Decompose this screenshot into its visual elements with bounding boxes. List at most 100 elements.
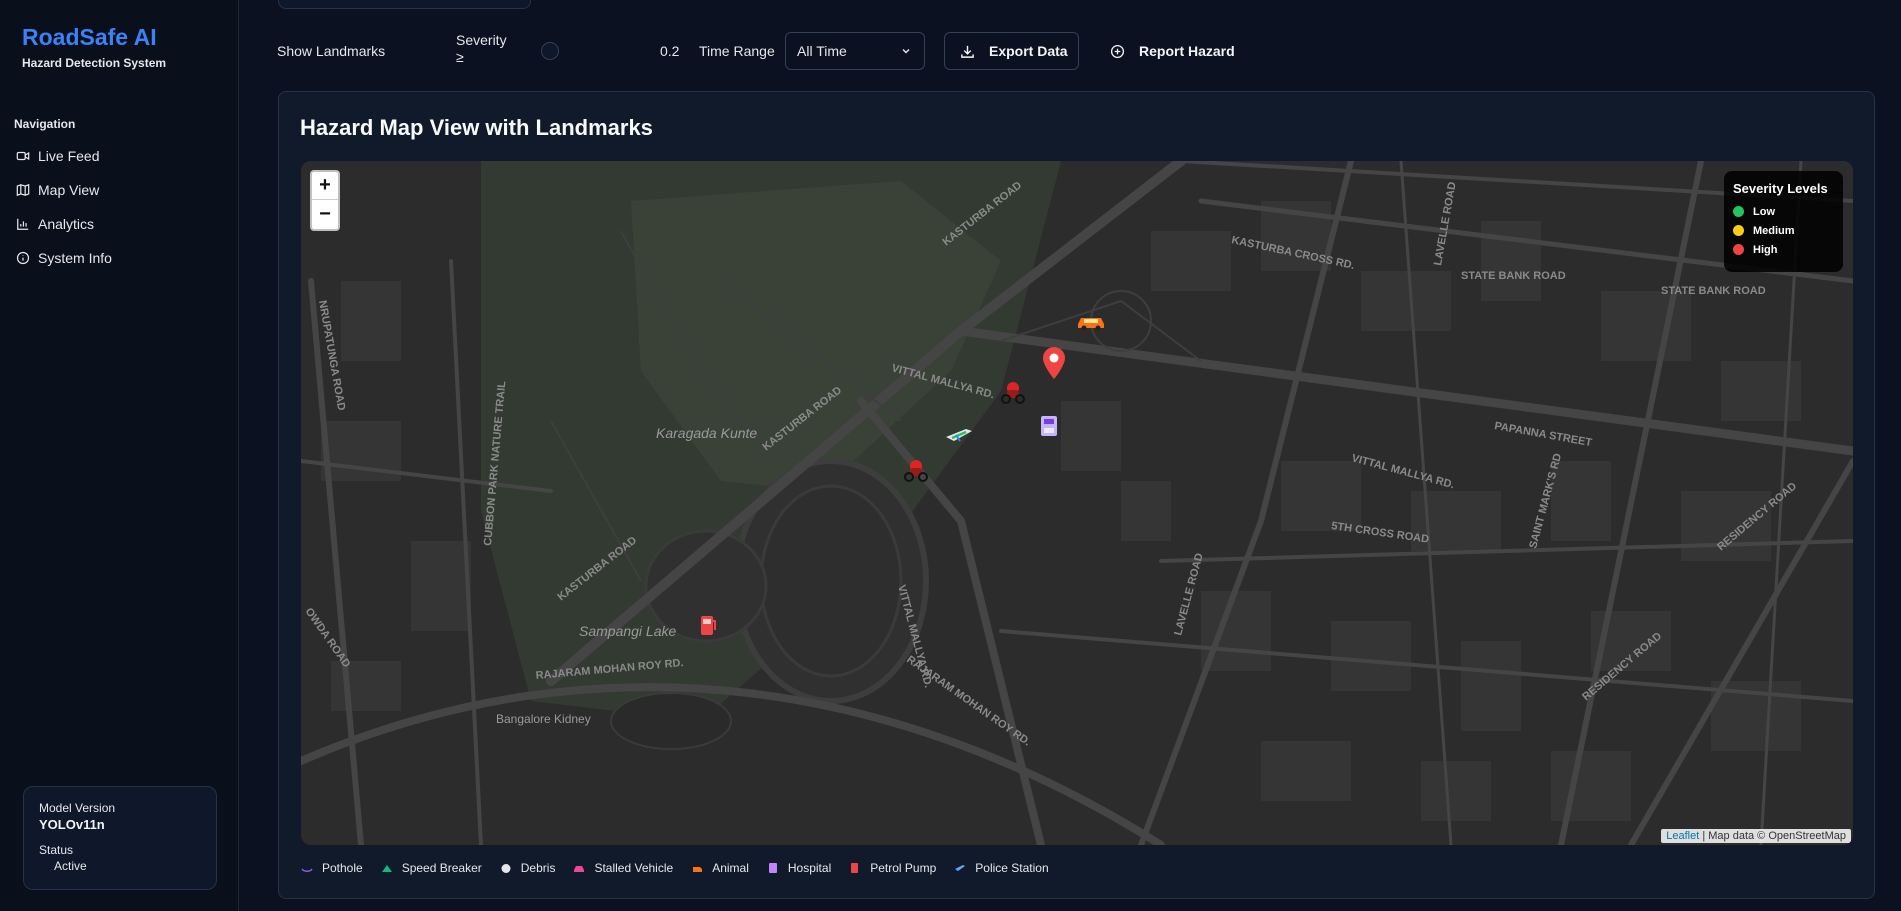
brand-title: RoadSafe AI [22, 24, 157, 50]
pothole-icon [301, 862, 313, 874]
map-icon [16, 183, 30, 197]
model-version: YOLOv11n [39, 817, 105, 832]
legend-label: Police Station [975, 861, 1049, 875]
legend-item-petrol-pump: Petrol Pump [849, 861, 936, 875]
bar-chart-icon [16, 217, 30, 231]
sidebar-item-analytics[interactable]: Analytics [8, 207, 230, 241]
place-label: STATE BANK ROAD [1461, 270, 1566, 282]
map-title: Hazard Map View with Landmarks [300, 115, 653, 140]
leaflet-link[interactable]: Leaflet [1666, 830, 1699, 842]
video-icon [16, 149, 30, 163]
export-data-label: Export Data [989, 43, 1068, 59]
model-status-label: Status [39, 843, 74, 857]
severity-legend-title: Severity Levels [1733, 181, 1828, 196]
report-hazard-label: Report Hazard [1139, 43, 1235, 59]
model-info-card: Model Version YOLOv11n Status Active [23, 786, 217, 890]
legend-item-debris: Debris [500, 861, 556, 875]
sidebar-item-system-info[interactable]: System Info [8, 241, 230, 275]
sidebar-item-live-feed[interactable]: Live Feed [8, 139, 230, 173]
legend-label: Stalled Vehicle [594, 861, 674, 875]
nav-heading: Navigation [14, 117, 76, 131]
map-controls-bar: Show Landmarks Severity ≥ 0.2 Time Range… [255, 30, 1901, 72]
map-tiles: KASTURBA ROAD KASTURBA ROAD KASTURBA ROA… [301, 161, 1853, 845]
hospital-marker[interactable] [1039, 414, 1059, 443]
animal-marker-2[interactable] [901, 457, 931, 488]
place-label: STATE BANK ROAD [1661, 285, 1766, 297]
time-range-label: Time Range [699, 43, 775, 59]
report-hazard-button[interactable]: Report Hazard [1110, 32, 1235, 70]
legend-label: Speed Breaker [401, 861, 482, 875]
map-attribution: Leaflet | Map data © OpenStreetMap [1661, 829, 1851, 843]
attribution-text: | Map data © OpenStreetMap [1702, 830, 1846, 842]
yellow-dot-icon [1733, 225, 1744, 236]
fuel-icon [701, 616, 716, 635]
legend-label: Pothole [322, 861, 363, 875]
animal-icon [691, 862, 703, 874]
sidebar-item-label: Live Feed [38, 148, 100, 164]
hospital-icon [767, 862, 779, 874]
download-icon [960, 44, 975, 59]
green-dot-icon [1733, 206, 1744, 217]
police-station-marker[interactable] [944, 425, 974, 450]
police-icon [954, 862, 966, 874]
severity-legend-high: High [1733, 240, 1834, 259]
legend-item-stalled-vehicle: Stalled Vehicle [573, 861, 673, 875]
sidebar: RoadSafe AI Hazard Detection System Navi… [0, 0, 239, 911]
hazard-type-legend: Pothole Speed Breaker Debris Stalled Veh… [301, 861, 1067, 875]
stalled-vehicle-marker[interactable] [1075, 311, 1107, 336]
sidebar-item-label: Map View [38, 182, 100, 198]
legend-item-police-station: Police Station [954, 861, 1049, 875]
model-version-label: Model Version [39, 801, 116, 815]
legend-item-pothole: Pothole [301, 861, 363, 875]
nav-list: Live Feed Map View Analytics System Info [8, 139, 230, 275]
place-label: Sampangi Lake [579, 623, 677, 639]
place-label: Bangalore Kidney [496, 712, 591, 726]
hospital-icon [1041, 416, 1057, 436]
time-range-value: All Time [797, 43, 847, 59]
severity-level-label: Medium [1753, 224, 1795, 237]
main-content: Show Landmarks Severity ≥ 0.2 Time Range… [255, 0, 1901, 911]
animal-icon [904, 460, 928, 482]
plus-circle-icon [1110, 44, 1125, 59]
legend-label: Petrol Pump [870, 861, 937, 875]
speed-breaker-icon [381, 862, 393, 874]
model-status: Active [54, 859, 87, 873]
chevron-down-icon [902, 49, 910, 54]
info-icon [16, 251, 30, 265]
hazard-location-pin[interactable] [1041, 346, 1067, 385]
severity-value: 0.2 [660, 43, 680, 59]
legend-item-hospital: Hospital [767, 861, 831, 875]
legend-label: Debris [520, 861, 556, 875]
place-label: Karagada Kunte [656, 425, 757, 441]
legend-label: Hospital [787, 861, 832, 875]
legend-item-speed-breaker: Speed Breaker [381, 861, 482, 875]
animal-marker[interactable] [998, 379, 1028, 410]
stalled-vehicle-icon [573, 862, 585, 874]
show-landmarks-toggle[interactable]: Show Landmarks [277, 43, 385, 59]
petrol-pump-marker[interactable] [699, 613, 717, 642]
zoom-out-button[interactable]: − [312, 200, 338, 228]
zoom-in-button[interactable]: + [312, 172, 338, 200]
export-data-button[interactable]: Export Data [944, 32, 1079, 70]
zoom-control: + − [310, 170, 340, 231]
map-pin-icon [1043, 347, 1065, 379]
fuel-icon [849, 862, 861, 874]
severity-label: Severity ≥ [456, 32, 507, 65]
legend-item-animal: Animal [691, 861, 749, 875]
severity-level-label: High [1753, 243, 1778, 256]
collapsed-panel-edge [278, 0, 531, 9]
animal-icon [1001, 382, 1025, 404]
legend-label: Animal [712, 861, 749, 875]
app-root: RoadSafe AI Hazard Detection System Navi… [0, 0, 1901, 911]
sidebar-item-map-view[interactable]: Map View [8, 173, 230, 207]
severity-legend-low: Low [1733, 202, 1834, 221]
brand-subtitle: Hazard Detection System [22, 56, 167, 70]
car-icon [1078, 318, 1104, 331]
sidebar-item-label: System Info [38, 250, 112, 266]
hazard-map[interactable]: KASTURBA ROAD KASTURBA ROAD KASTURBA ROA… [301, 161, 1853, 845]
time-range-select[interactable]: All Time [785, 32, 925, 70]
debris-icon [500, 862, 512, 874]
severity-level-label: Low [1753, 205, 1775, 218]
severity-slider[interactable] [541, 42, 559, 60]
map-card: Hazard Map View with Landmarks KASTURBA … [278, 91, 1875, 899]
